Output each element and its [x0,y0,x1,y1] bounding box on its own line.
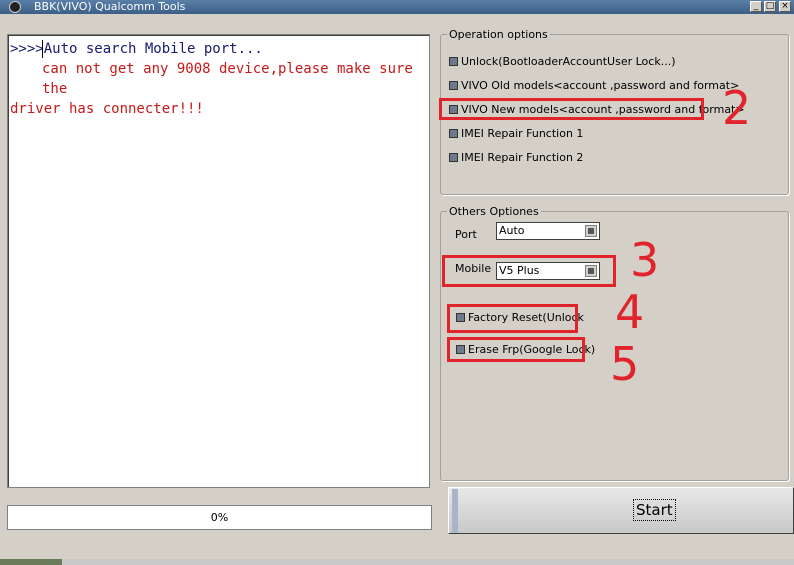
start-button-label: Start [633,499,676,521]
checkbox[interactable] [449,57,458,66]
window-title: BBK(VIVO) Qualcomm Tools [34,0,186,13]
main-panel: >>>>Auto search Mobile port... can not g… [0,14,794,559]
option-vivo-old-models[interactable]: VIVO Old models<account ,password and fo… [449,79,739,92]
others-options-legend: Others Optiones [447,205,541,218]
progress-text: 0% [210,511,229,524]
highlight-box [447,304,578,333]
highlight-box [447,337,585,362]
highlight-box [439,98,704,120]
checkbox[interactable] [449,153,458,162]
start-button[interactable]: Start [448,487,794,534]
option-imei-repair-2[interactable]: IMEI Repair Function 2 [449,151,583,164]
log-line: driver has connecter!!! [10,101,204,117]
minimize-button[interactable]: _ [750,1,762,12]
close-button[interactable]: × [779,1,791,12]
title-bar: BBK(VIVO) Qualcomm Tools _ □ × [0,0,794,14]
operation-options-legend: Operation options [447,28,550,41]
log-console[interactable]: >>>>Auto search Mobile port... can not g… [7,34,430,488]
dropdown-arrow-icon[interactable] [585,225,597,237]
annotation-number: 5 [610,337,640,391]
port-label: Port [455,228,477,241]
taskbar-strip [0,559,794,565]
checkbox[interactable] [449,129,458,138]
annotation-number: 3 [630,233,660,287]
app-icon [9,1,21,13]
button-edge [452,489,458,533]
checkbox[interactable] [449,81,458,90]
option-imei-repair-1[interactable]: IMEI Repair Function 1 [449,127,583,140]
log-line: can not get any 9008 device,please make … [42,61,422,97]
maximize-button[interactable]: □ [764,1,776,12]
highlight-box [442,255,616,287]
log-line: >>>>Auto search Mobile port... [10,41,263,57]
text-cursor [42,40,43,58]
option-unlock[interactable]: Unlock(BootloaderAccountUser Lock...) [449,55,675,68]
annotation-number: 2 [722,81,752,135]
port-select[interactable]: Auto [496,222,600,240]
progress-bar: 0% [7,505,432,530]
annotation-number: 4 [615,285,645,339]
